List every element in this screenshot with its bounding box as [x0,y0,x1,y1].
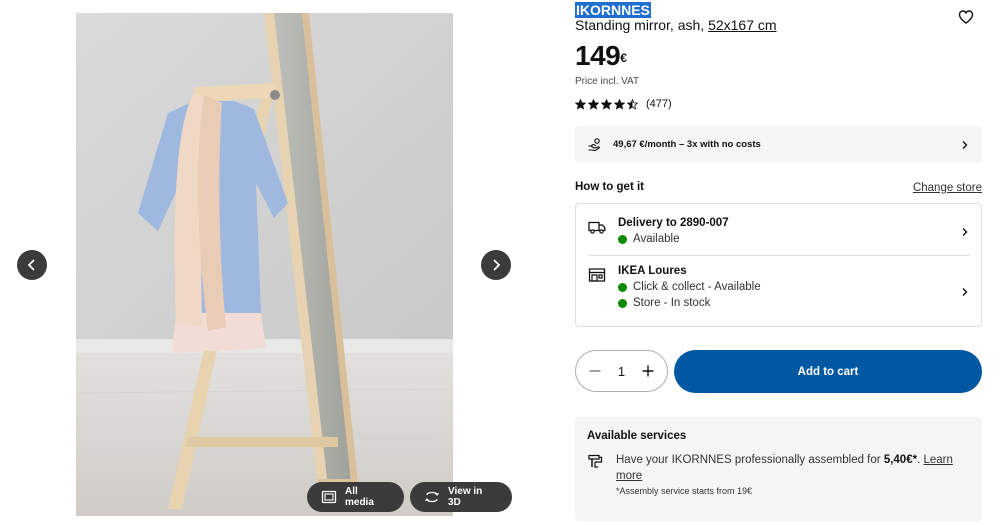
hand-coins-icon [588,137,600,151]
star-icon [601,98,612,110]
click-collect-text: Click & collect - Available [633,281,761,293]
availability-box: Delivery to 2890-007 Available IKEA Lour… [575,203,982,327]
all-media-button[interactable]: All media [307,482,404,512]
product-type: Standing mirror, ash, [575,17,705,33]
price-vat-note: Price incl. VAT [575,76,640,87]
how-to-get-it-heading: How to get it [575,181,644,193]
wishlist-heart-icon[interactable] [958,9,974,25]
price-value: 149 [575,40,621,71]
chevron-right-icon [962,140,968,149]
minus-icon[interactable] [588,364,602,378]
delivery-title: Delivery to 2890-007 [618,217,729,229]
assembly-price: 5,40€* [883,454,918,466]
chevron-right-icon [493,259,501,271]
chevron-right-icon [962,288,968,296]
chevron-left-icon [27,259,35,271]
available-status-dot [618,234,627,244]
quantity-stepper: 1 [575,350,668,392]
all-media-label: All media [345,486,374,508]
rotate-3d-icon [425,491,439,503]
assembly-note: *Assembly service starts from 19€ [616,486,753,496]
in-store-text: Store - In stock [633,297,711,309]
delivery-truck-icon [588,221,606,234]
in-store-status: Store - In stock [618,297,710,309]
rating-stars[interactable]: (477) [575,98,672,110]
product-image[interactable] [76,13,453,516]
next-image-button[interactable] [481,250,511,280]
financing-option[interactable]: 49,67 €/month – 3x with no costs [575,126,982,163]
quantity-value[interactable]: 1 [612,364,632,379]
financing-text: 49,67 €/month – 3x with no costs [613,139,761,150]
product-name: IKORNNES [575,2,651,18]
star-icon [614,98,625,110]
click-collect-status: Click & collect - Available [618,281,761,293]
delivery-status: Available [618,233,679,245]
product-panel: IKORNNES Standing mirror, ash, 52x167 cm… [575,0,982,525]
review-count: (477) [646,98,672,110]
services-heading: Available services [587,430,687,442]
gallery-icon [321,490,337,504]
chevron-right-icon [962,228,968,236]
store-option[interactable]: IKEA Loures Click & collect - Available … [588,265,970,317]
available-status-dot [618,282,627,292]
star-icon [588,98,599,110]
previous-image-button[interactable] [17,250,47,280]
assembly-text-before: Have your IKORNNES professionally assemb… [616,454,884,466]
in-stock-status-dot [618,298,627,308]
product-gallery: All media View in 3D [0,0,560,525]
price-currency: € [620,51,627,65]
view-3d-label: View in 3D [448,486,483,508]
plus-icon[interactable] [641,364,655,378]
store-title: IKEA Loures [618,265,687,277]
delivery-option[interactable]: Delivery to 2890-007 Available [588,217,970,257]
star-icon [627,98,638,110]
divider [588,255,970,256]
view-3d-button[interactable]: View in 3D [410,482,512,512]
star-icon [575,98,586,110]
product-price: 149€ [575,40,627,72]
delivery-status-text: Available [633,233,680,245]
assembly-tool-icon [588,454,603,468]
available-services: Available services Have your IKORNNES pr… [575,417,982,521]
store-icon [588,268,606,282]
add-to-cart-button[interactable]: Add to cart [674,350,982,393]
product-description: Standing mirror, ash, 52x167 cm [575,17,777,33]
product-size-link[interactable]: 52x167 cm [708,17,776,33]
change-store-link[interactable]: Change store [913,182,982,194]
assembly-service-text: Have your IKORNNES professionally assemb… [616,452,971,484]
